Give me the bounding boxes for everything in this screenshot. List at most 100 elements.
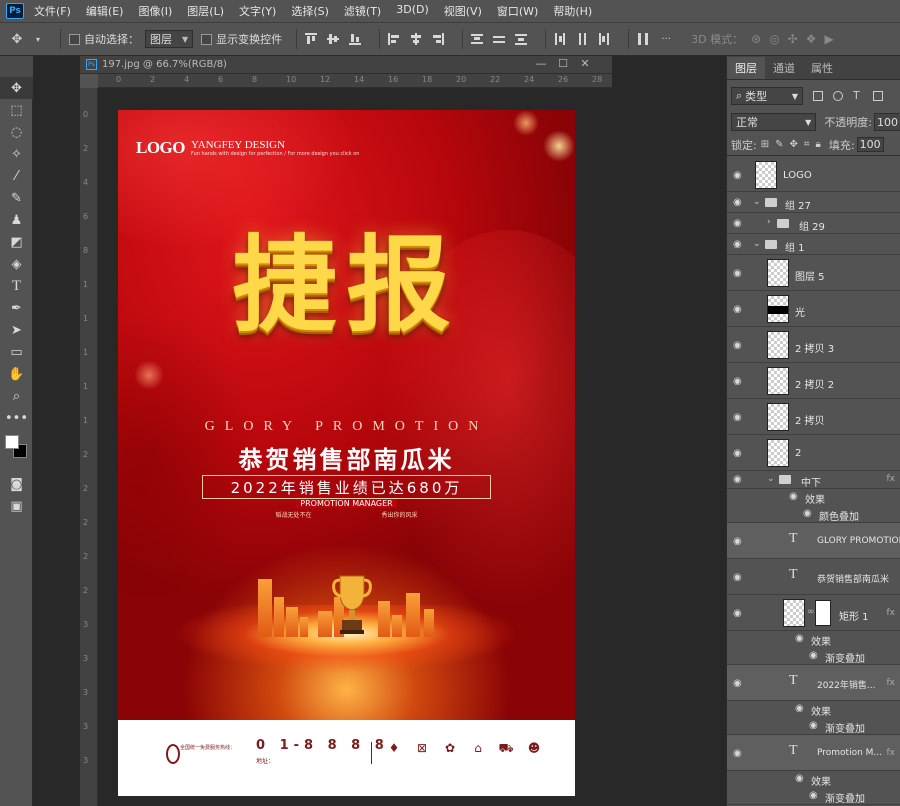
document-tab[interactable]: Ps 197.jpg @ 66.7%(RGB/8) — ☐ ✕ <box>80 56 612 74</box>
effects-row[interactable]: ◉ 效果 <box>727 771 900 788</box>
menu-view[interactable]: 视图(V) <box>444 3 482 19</box>
quick-mask-icon[interactable]: ◙ <box>0 473 33 495</box>
effect-item[interactable]: ◉ 渐变叠加 <box>727 718 900 735</box>
chevron-down-icon[interactable]: ⌄ <box>753 239 761 249</box>
rectangle-tool-icon[interactable]: ▭ <box>0 341 33 363</box>
type-tool-icon[interactable]: T <box>0 275 33 297</box>
link-icon[interactable]: ∞ <box>807 607 815 617</box>
opacity-input[interactable]: 100 <box>874 113 900 131</box>
tab-layers[interactable]: 图层 <box>727 57 765 79</box>
eye-icon[interactable]: ◉ <box>809 790 818 801</box>
eye-icon[interactable]: ◉ <box>733 536 742 547</box>
3d-roll-icon[interactable]: ◎ <box>769 32 779 46</box>
eye-icon[interactable]: ◉ <box>795 633 804 644</box>
ps-logo-icon[interactable]: Ps <box>6 3 24 19</box>
3d-scale-icon[interactable]: ▶ <box>825 32 834 46</box>
fx-icon[interactable]: fx <box>887 748 896 758</box>
layer-row[interactable]: ◉ T 2022年销售... fx <box>727 665 900 701</box>
layer-row[interactable]: ◉ LOGO <box>727 158 900 192</box>
eyedropper-icon[interactable]: ⁄ <box>0 165 33 187</box>
eye-icon[interactable]: ◉ <box>733 239 742 250</box>
eye-icon[interactable]: ◉ <box>789 491 798 502</box>
effects-row[interactable]: ◉ 效果 <box>727 489 900 506</box>
menu-file[interactable]: 文件(F) <box>34 3 71 19</box>
screen-mode-icon[interactable]: ▣ <box>0 495 33 517</box>
toolbar-grip[interactable] <box>0 56 33 77</box>
distribute-top-icon[interactable] <box>471 33 484 45</box>
eye-icon[interactable]: ◉ <box>803 508 812 519</box>
align-left-icon[interactable] <box>388 33 400 45</box>
eye-icon[interactable]: ◉ <box>795 773 804 784</box>
menu-3d[interactable]: 3D(D) <box>396 3 429 19</box>
eye-icon[interactable]: ◉ <box>733 474 742 485</box>
distribute-vcenter-icon[interactable] <box>493 33 506 45</box>
eye-icon[interactable]: ◉ <box>733 340 742 351</box>
layer-row[interactable]: ◉ T Promotion M... fx <box>727 735 900 771</box>
layer-row[interactable]: ◉ 2 <box>727 435 900 471</box>
fx-icon[interactable]: fx <box>887 608 896 618</box>
layer-row[interactable]: ◉ T GLORY PROMOTION <box>727 523 900 559</box>
menu-filter[interactable]: 滤镜(T) <box>344 3 381 19</box>
eye-icon[interactable]: ◉ <box>795 703 804 714</box>
more-tools-icon[interactable]: ••• <box>0 407 33 429</box>
auto-select-dropdown[interactable]: 图层 ▼ <box>145 30 194 48</box>
chevron-down-icon[interactable]: ⌄ <box>753 197 761 207</box>
distribute-hcenter-icon[interactable] <box>576 33 588 45</box>
distribute-bottom-icon[interactable] <box>515 33 528 45</box>
chevron-right-icon[interactable]: › <box>767 217 771 227</box>
ruler-horizontal[interactable]: 0 2 4 6 8 10 12 14 16 18 20 22 24 26 28 <box>98 74 612 88</box>
tab-channels[interactable]: 通道 <box>765 57 803 79</box>
menu-image[interactable]: 图像(I) <box>138 3 172 19</box>
menu-select[interactable]: 选择(S) <box>291 3 329 19</box>
show-transform-checkbox[interactable] <box>201 33 213 45</box>
hand-tool-icon[interactable]: ✋ <box>0 363 33 385</box>
filter-shape-icon[interactable] <box>873 91 883 101</box>
eye-icon[interactable]: ◉ <box>733 268 742 279</box>
lasso-tool-icon[interactable]: ◌ <box>0 121 33 143</box>
menu-help[interactable]: 帮助(H) <box>553 3 592 19</box>
layer-mask-thumbnail[interactable] <box>815 600 831 626</box>
canvas-poster[interactable]: LOGO YANGFEY DESIGN Fun hands with desig… <box>118 110 575 796</box>
distribute-left-icon[interactable] <box>554 33 566 45</box>
layer-filter-dropdown[interactable]: ⌕ 类型 ▼ <box>731 87 803 105</box>
eye-icon[interactable]: ◉ <box>809 720 818 731</box>
effects-row[interactable]: ◉ 效果 <box>727 631 900 648</box>
filter-pixel-icon[interactable] <box>813 91 823 101</box>
layer-row[interactable]: ◉ 2 拷贝 <box>727 399 900 435</box>
3d-orbit-icon[interactable]: ⊛ <box>751 32 761 46</box>
eraser-tool-icon[interactable]: ◩ <box>0 231 33 253</box>
eye-icon[interactable]: ◉ <box>733 376 742 387</box>
lock-artboard-icon[interactable]: ⌗ <box>804 139 810 150</box>
align-hcenter-icon[interactable] <box>410 33 422 45</box>
tab-properties[interactable]: 属性 <box>803 57 841 79</box>
effect-item[interactable]: ◉ 渐变叠加 <box>727 788 900 805</box>
layer-group-row[interactable]: ◉ ⌄ 组 1 <box>727 234 900 255</box>
close-button[interactable]: ✕ <box>574 57 596 70</box>
menu-type[interactable]: 文字(Y) <box>239 3 276 19</box>
layer-group-row[interactable]: ◉ ⌄ 中下 fx <box>727 471 900 489</box>
align-vcenter-icon[interactable] <box>327 33 340 45</box>
menu-layer[interactable]: 图层(L) <box>187 3 224 19</box>
eye-icon[interactable]: ◉ <box>733 572 742 583</box>
layer-row[interactable]: ◉ 2 拷贝 3 <box>727 327 900 363</box>
brush-tool-icon[interactable]: ✎ <box>0 187 33 209</box>
eye-icon[interactable]: ◉ <box>733 218 742 229</box>
menu-edit[interactable]: 编辑(E) <box>86 3 124 19</box>
effect-item[interactable]: ◉ 颜色叠加 <box>727 506 900 523</box>
effects-row[interactable]: ◉ 效果 <box>727 701 900 718</box>
paint-bucket-icon[interactable]: ◈ <box>0 253 33 275</box>
ruler-vertical[interactable]: 0 2 4 6 8 1 1 1 1 1 2 2 2 2 2 3 3 3 3 3 <box>80 88 98 806</box>
align-top-icon[interactable] <box>305 33 318 45</box>
magic-wand-icon[interactable]: ✧ <box>0 143 33 165</box>
3d-slide-icon[interactable]: ❖ <box>806 32 817 46</box>
fill-input[interactable]: 100 <box>856 137 884 152</box>
more-icon[interactable]: ··· <box>659 34 673 45</box>
layer-row[interactable]: ◉ 图层 5 <box>727 255 900 291</box>
stamp-tool-icon[interactable]: ♟ <box>0 209 33 231</box>
3d-pan-icon[interactable]: ✣ <box>788 32 798 46</box>
move-tool-icon[interactable]: ✥ <box>10 32 24 47</box>
filter-type-icon[interactable]: T <box>853 90 863 101</box>
chevron-down-icon[interactable]: ▾ <box>34 35 42 44</box>
align-bottom-icon[interactable] <box>349 33 362 45</box>
filter-adjust-icon[interactable] <box>833 91 843 101</box>
